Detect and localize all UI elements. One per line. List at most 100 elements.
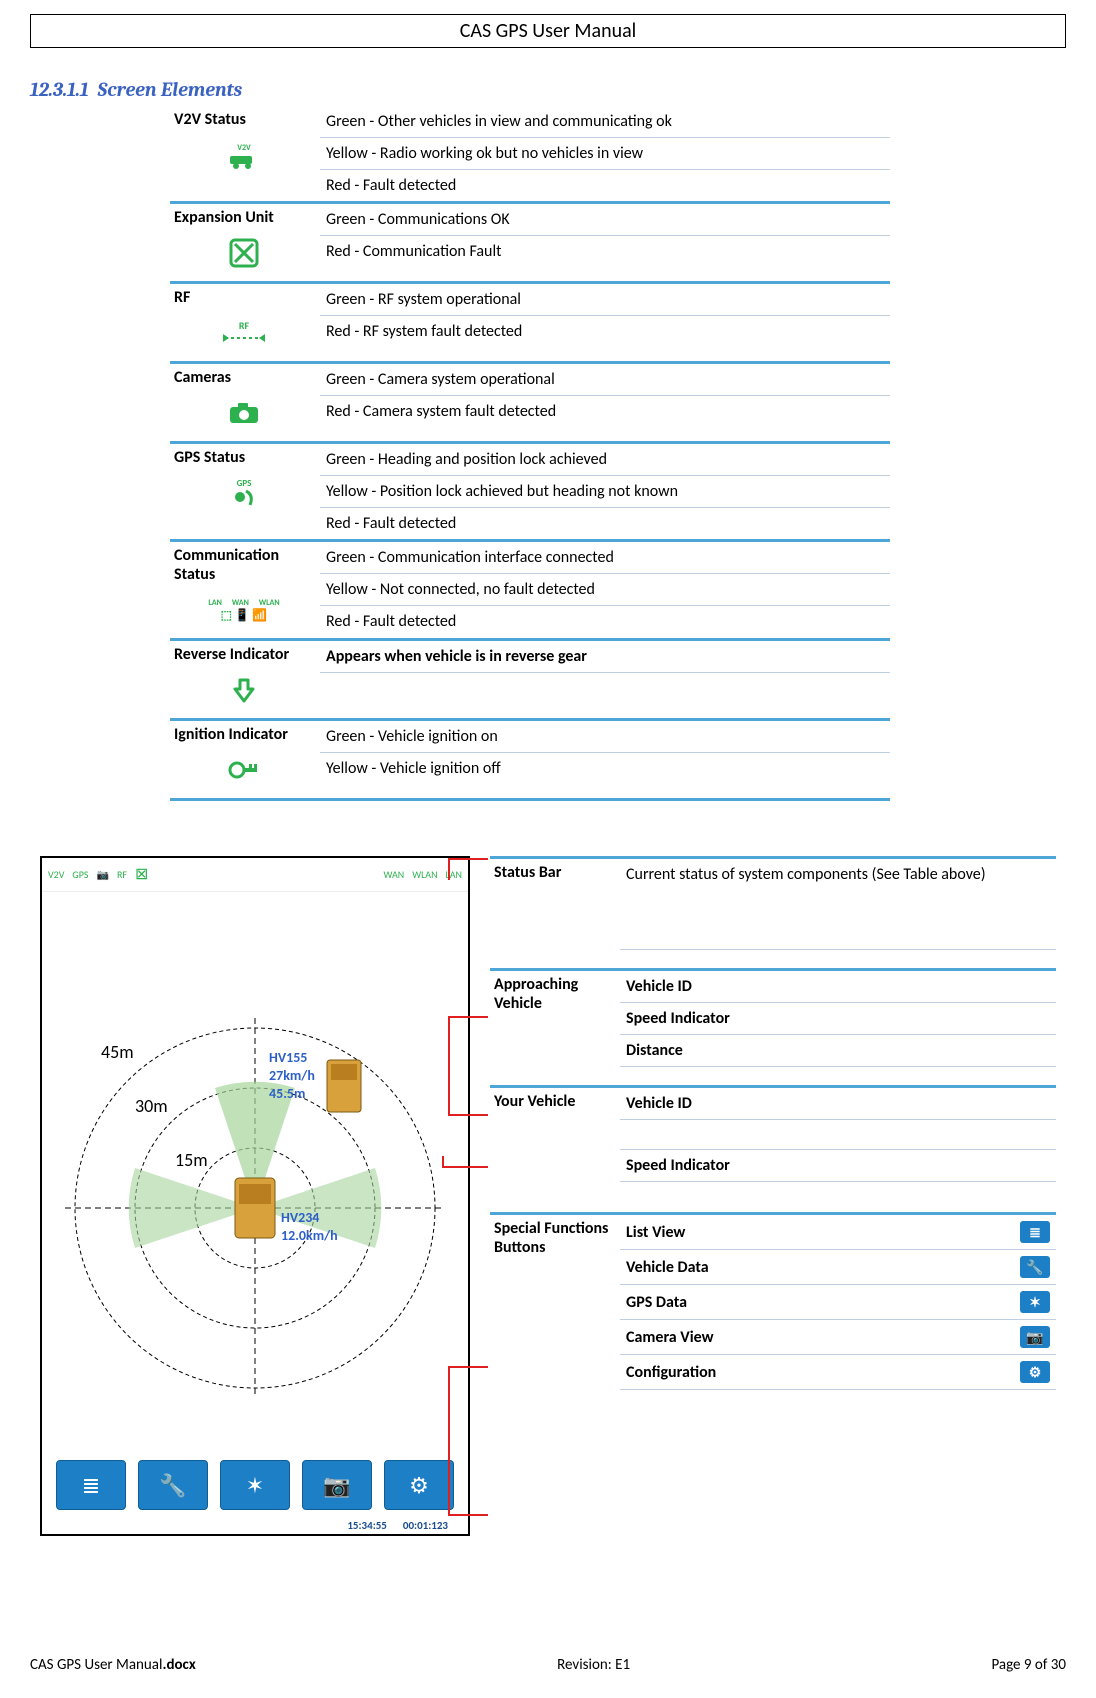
element-name: Expansion Unit [174,208,314,227]
vehicle-data-button[interactable]: 🔧 [138,1460,208,1510]
callout-your-vehicle: Your Vehicle Vehicle ID Speed Indicator [490,1085,1056,1182]
status-camera-icon: 📷 [97,870,109,880]
callout-item: GPS Data✶ [620,1285,1056,1320]
table-row: Communication Status LANWANWLAN⬚ 📱 📶 Gre… [170,539,890,638]
list-view-button[interactable]: ≣ [56,1460,126,1510]
element-line: Red - RF system fault detected [320,316,890,347]
svg-text:15m: 15m [175,1149,208,1171]
status-lan-icon: LAN [446,870,462,880]
v2v-icon: V2V [174,135,314,175]
element-name: V2V Status [174,110,314,129]
table-row: Expansion Unit Green - Communications OK… [170,201,890,281]
callout-title: Approaching Vehicle [490,968,620,1067]
status-expansion-icon: ⊠ [135,867,148,883]
element-name: Cameras [174,368,314,387]
camera-icon: 📷 [1020,1326,1050,1348]
svg-text:27km/h: 27km/h [269,1067,315,1084]
app-screenshot: V2V GPS 📷 RF ⊠ WAN WLAN LAN 15m 30m 4 [40,856,470,1536]
callout-item: Vehicle Data🔧 [620,1250,1056,1285]
callout-item: Speed Indicator [620,1003,1056,1035]
section-number: 12.3.1.1 [30,78,89,101]
element-line: Yellow - Not connected, no fault detecte… [320,574,890,606]
element-line: Red - Fault detected [320,170,890,201]
element-line: Yellow - Vehicle ignition off [320,753,890,784]
gps-icon: ✶ [1020,1291,1050,1313]
element-name: Reverse Indicator [174,645,314,664]
clock-time: 15:34:55 [347,1519,387,1532]
status-wan-icon: WAN [384,870,405,880]
svg-text:GPS: GPS [237,478,252,489]
element-line: Green - Camera system operational [320,364,890,396]
svg-text:45m: 45m [101,1041,134,1063]
svg-text:HV234: HV234 [281,1209,319,1226]
element-line: Yellow - Position lock achieved but head… [320,476,890,508]
element-line: Red - Camera system fault detected [320,396,890,427]
callout-title: Special Functions Buttons [490,1212,620,1390]
table-row: RF RF Green - RF system operational Red … [170,281,890,361]
element-line: Appears when vehicle is in reverse gear [320,641,890,673]
element-name: GPS Status [174,448,314,467]
table-row: Reverse Indicator Appears when vehicle i… [170,638,890,718]
callout-title: Status Bar [490,856,620,950]
status-rf-icon: RF [117,870,127,880]
ignition-icon [174,750,314,790]
configuration-button[interactable]: ⚙ [384,1460,454,1510]
gear-icon: ⚙ [1020,1361,1050,1383]
element-line: Green - Heading and position lock achiev… [320,444,890,476]
section-title: Screen Elements [97,78,242,101]
element-line: Green - Vehicle ignition on [320,721,890,753]
table-row: Cameras Green - Camera system operationa… [170,361,890,441]
footer-page: Page 9 of 30 [992,1656,1066,1674]
expansion-icon [174,233,314,273]
gps-icon: GPS [174,473,314,513]
camera-view-button[interactable]: 📷 [302,1460,372,1510]
element-name: RF [174,288,314,307]
table-row: Ignition Indicator Green - Vehicle ignit… [170,718,890,801]
callout-item: Camera View📷 [620,1320,1056,1355]
page-header: CAS GPS User Manual [30,14,1066,48]
elapsed-time: 00:01:123 [403,1519,448,1532]
svg-text:45.5m: 45.5m [269,1085,305,1102]
callout-item: Vehicle ID [620,968,1056,1003]
callouts-column: Status Bar Current status of system comp… [490,856,1056,1536]
callout-item: Configuration⚙ [620,1355,1056,1390]
callout-item: Distance [620,1035,1056,1067]
section-heading: 12.3.1.1 Screen Elements [30,78,242,101]
element-line: Green - Other vehicles in view and commu… [320,106,890,138]
element-line: Green - Communications OK [320,204,890,236]
callout-special-buttons: Special Functions Buttons List View≣ Veh… [490,1212,1056,1390]
rf-icon: RF [174,313,314,353]
status-v2v-icon: V2V [48,870,64,880]
footer-filename: CAS GPS User Manual.docx [30,1656,196,1674]
element-line: Red - Fault detected [320,606,890,637]
callout-item: Speed Indicator [620,1150,1056,1182]
page-footer: CAS GPS User Manual.docx Revision: E1 Pa… [30,1656,1066,1674]
radar-display: 15m 30m 45m HV234 12.0km/h HV155 27km/h … [65,1018,445,1398]
special-buttons-row: ≣ 🔧 ✶ 📷 ⚙ [56,1460,454,1510]
element-line: Green - RF system operational [320,284,890,316]
callout-title: Your Vehicle [490,1085,620,1182]
header-title: CAS GPS User Manual [460,19,637,43]
callout-item: List View≣ [620,1212,1056,1250]
callout-status-bar: Status Bar Current status of system comp… [490,856,1056,950]
footer-revision: Revision: E1 [557,1656,630,1674]
status-bar: V2V GPS 📷 RF ⊠ WAN WLAN LAN [42,858,468,892]
element-line: Red - Fault detected [320,508,890,539]
gps-data-button[interactable]: ✶ [220,1460,290,1510]
time-row: 15:34:55 00:01:123 [347,1519,448,1532]
status-wlan-icon: WLAN [412,870,437,880]
list-view-icon: ≣ [1020,1221,1050,1243]
comm-icon: LANWANWLAN⬚ 📱 📶 [174,590,314,630]
svg-text:RF: RF [239,320,250,332]
svg-text:HV155: HV155 [269,1049,307,1066]
screen-elements-table: V2V Status V2V Green - Other vehicles in… [170,106,890,801]
svg-text:12.0km/h: 12.0km/h [281,1227,338,1244]
callout-approaching: Approaching Vehicle Vehicle ID Speed Ind… [490,968,1056,1067]
table-row: GPS Status GPS Green - Heading and posit… [170,441,890,539]
camera-icon [174,393,314,433]
element-line: Red - Communication Fault [320,236,890,267]
element-name: Communication Status [174,546,314,584]
element-name: Ignition Indicator [174,725,314,744]
callout-text: Current status of system components (See… [620,856,1056,890]
element-line [320,673,890,704]
